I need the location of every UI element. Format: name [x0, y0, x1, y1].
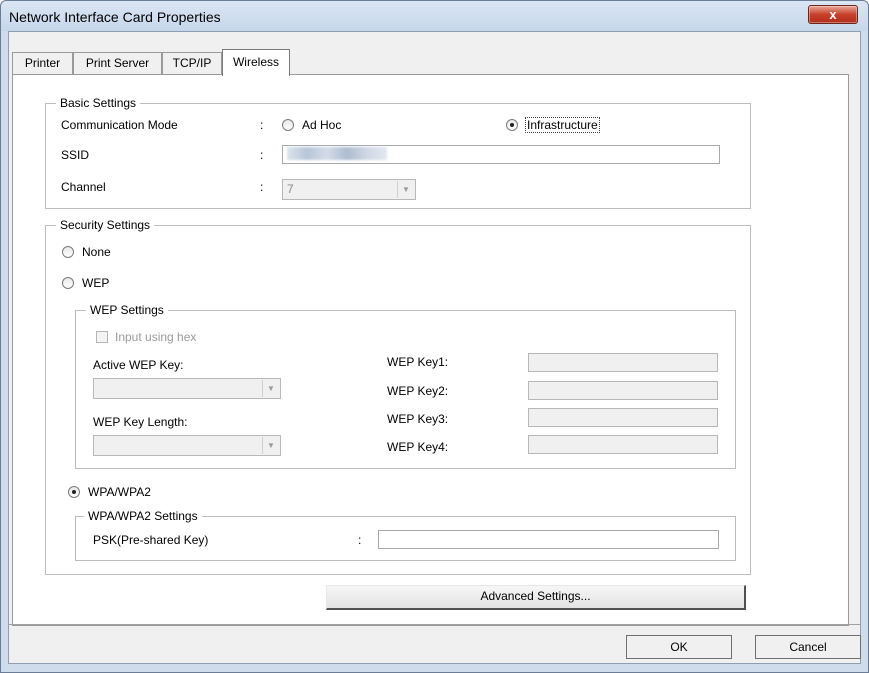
wep-key3-input[interactable] — [528, 408, 718, 427]
infrastructure-label[interactable]: Infrastructure — [525, 117, 600, 133]
wep-key3-label: WEP Key3: — [387, 412, 449, 426]
active-wep-key-select[interactable]: ▼ — [93, 378, 281, 399]
cancel-label: Cancel — [789, 640, 827, 654]
wep-key2-input[interactable] — [528, 381, 718, 400]
chevron-down-icon: ▼ — [262, 437, 279, 454]
ok-label: OK — [670, 640, 688, 654]
security-wep-radio[interactable] — [62, 277, 74, 289]
security-wep-label[interactable]: WEP — [82, 276, 109, 290]
channel-select[interactable]: 7 ▼ — [282, 179, 416, 200]
channel-colon: : — [260, 180, 264, 194]
psk-label: PSK(Pre-shared Key) — [93, 533, 209, 547]
input-using-hex-label: Input using hex — [115, 330, 197, 344]
psk-colon: : — [358, 533, 362, 547]
cancel-button[interactable]: Cancel — [755, 635, 861, 659]
wep-key-length-select[interactable]: ▼ — [93, 435, 281, 456]
wep-settings-title: WEP Settings — [86, 303, 168, 317]
close-button[interactable]: x — [808, 5, 858, 24]
security-none-radio[interactable] — [62, 246, 74, 258]
channel-select-value: 7 — [287, 182, 294, 196]
input-using-hex-checkbox[interactable] — [96, 331, 108, 343]
ok-button[interactable]: OK — [626, 635, 732, 659]
security-settings-title: Security Settings — [56, 218, 155, 232]
wep-key2-label: WEP Key2: — [387, 384, 449, 398]
tab-wireless-label: Wireless — [232, 55, 279, 69]
wep-key4-input[interactable] — [528, 435, 718, 454]
wep-key1-input[interactable] — [528, 353, 718, 372]
security-none-label[interactable]: None — [82, 245, 111, 259]
ssid-label: SSID — [61, 148, 90, 162]
advanced-settings-label: Advanced Settings... — [480, 589, 591, 603]
infrastructure-radio[interactable] — [506, 119, 518, 131]
chevron-down-icon: ▼ — [397, 181, 414, 198]
tab-tcpip-label: TCP/IP — [172, 56, 212, 70]
basic-settings-title: Basic Settings — [56, 96, 141, 110]
wep-key4-label: WEP Key4: — [387, 440, 449, 454]
psk-input[interactable] — [378, 530, 719, 549]
wep-key-length-label: WEP Key Length: — [93, 415, 188, 429]
advanced-settings-button[interactable]: Advanced Settings... — [326, 585, 746, 610]
channel-label: Channel — [61, 180, 106, 194]
ssid-redacted-value — [287, 147, 387, 160]
security-wpa-radio[interactable] — [68, 486, 80, 498]
communication-mode-colon: : — [260, 118, 264, 132]
security-wpa-label[interactable]: WPA/WPA2 — [88, 485, 151, 499]
tab-tcpip[interactable]: TCP/IP — [162, 52, 222, 74]
tab-printer[interactable]: Printer — [12, 52, 73, 74]
active-wep-key-label: Active WEP Key: — [93, 358, 184, 372]
ssid-colon: : — [260, 148, 264, 162]
tab-printer-label: Printer — [24, 56, 61, 70]
adhoc-radio[interactable] — [282, 119, 294, 131]
wep-key1-label: WEP Key1: — [387, 355, 449, 369]
window-title: Network Interface Card Properties — [9, 9, 221, 25]
chevron-down-icon: ▼ — [262, 380, 279, 397]
tab-print-server[interactable]: Print Server — [73, 52, 162, 74]
title-bar: Network Interface Card Properties x — [1, 1, 868, 31]
close-icon: x — [829, 7, 837, 22]
adhoc-label[interactable]: Ad Hoc — [302, 118, 341, 132]
wpa-settings-title: WPA/WPA2 Settings — [84, 509, 202, 523]
communication-mode-label: Communication Mode — [61, 118, 178, 132]
tab-wireless[interactable]: Wireless — [222, 49, 290, 76]
tab-print-server-label: Print Server — [85, 56, 150, 70]
footer-separator — [8, 624, 861, 625]
